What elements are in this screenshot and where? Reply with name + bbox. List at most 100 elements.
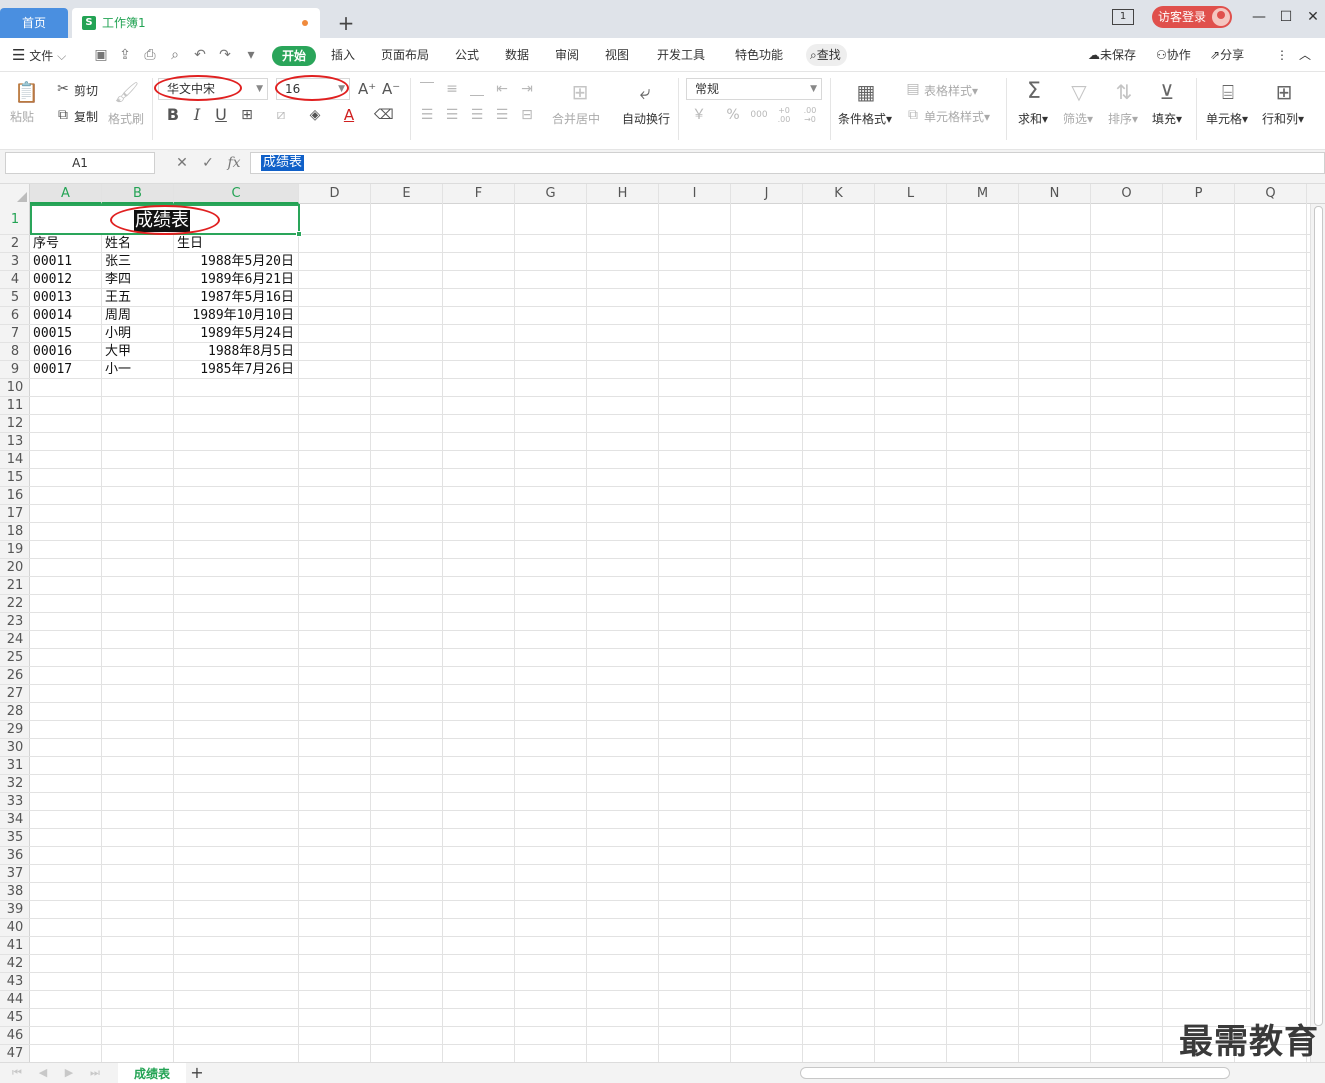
copy-icon[interactable]: ⧉ — [54, 106, 72, 124]
column-header-m[interactable]: M — [947, 184, 1019, 204]
data-cell[interactable]: 1985年7月26日 — [177, 361, 294, 379]
close-button[interactable]: ✕ — [1302, 6, 1324, 28]
fill-icon[interactable]: ⊻ — [1155, 80, 1179, 104]
data-cell[interactable]: 大甲 — [105, 343, 169, 361]
row-header-24[interactable]: 24 — [0, 631, 30, 649]
column-header-h[interactable]: H — [587, 184, 659, 204]
row-header-40[interactable]: 40 — [0, 919, 30, 937]
name-box[interactable]: A1 — [5, 152, 155, 174]
cancel-icon[interactable]: ✕ — [172, 153, 192, 173]
menu-formulas[interactable]: 公式 — [455, 38, 479, 72]
vertical-scroll-thumb[interactable] — [1314, 206, 1323, 1026]
print-icon[interactable]: ⎙ — [142, 47, 158, 63]
data-cell[interactable]: 1988年8月5日 — [177, 343, 294, 361]
column-header-g[interactable]: G — [515, 184, 587, 204]
header-cell[interactable]: 姓名 — [105, 235, 169, 253]
row-header-36[interactable]: 36 — [0, 847, 30, 865]
align-middle-icon[interactable]: ≡ — [443, 80, 461, 98]
row-header-22[interactable]: 22 — [0, 595, 30, 613]
row-header-33[interactable]: 33 — [0, 793, 30, 811]
row-header-15[interactable]: 15 — [0, 469, 30, 487]
decrease-decimal-icon[interactable]: .00 →0 — [800, 106, 820, 124]
row-header-26[interactable]: 26 — [0, 667, 30, 685]
rows-cols-icon[interactable]: ⊞ — [1272, 80, 1296, 104]
collapse-ribbon-icon[interactable]: ︿ — [1299, 38, 1311, 72]
data-cell[interactable]: 1988年5月20日 — [177, 253, 294, 271]
fill-color-icon[interactable]: ◈ — [306, 106, 324, 124]
undo-icon[interactable]: ↶ — [192, 47, 208, 63]
font-color-icon[interactable]: A — [340, 106, 358, 124]
number-format-select[interactable]: 常规 ▼ — [686, 78, 822, 100]
cell-area[interactable]: 成绩表 序号 姓名 生日 00011 张三 1988年5月20日 00012 李四 1989年6… — [30, 204, 1310, 1062]
data-cell[interactable]: 00016 — [33, 343, 97, 361]
cell-icon[interactable]: ⌸ — [1216, 80, 1240, 104]
row-header-42[interactable]: 42 — [0, 955, 30, 973]
row-header-30[interactable]: 30 — [0, 739, 30, 757]
cell-button[interactable]: 单元格▾ — [1206, 110, 1248, 127]
row-header-28[interactable]: 28 — [0, 703, 30, 721]
row-header-1[interactable]: 1 — [0, 204, 30, 235]
row-header-2[interactable]: 2 — [0, 235, 30, 253]
align-center-icon[interactable]: ☰ — [443, 106, 461, 124]
row-header-9[interactable]: 9 — [0, 361, 30, 379]
tab-document[interactable]: S 工作簿1 — [72, 8, 320, 38]
row-header-13[interactable]: 13 — [0, 433, 30, 451]
first-sheet-icon[interactable]: ⏮ — [10, 1065, 24, 1081]
tab-home[interactable]: 首页 — [0, 8, 68, 38]
bold-icon[interactable]: B — [164, 106, 182, 124]
column-header-l[interactable]: L — [875, 184, 947, 204]
data-cell[interactable]: 1989年6月21日 — [177, 271, 294, 289]
file-menu[interactable]: ☰ 文件 ⌵ — [12, 38, 66, 72]
font-size-select[interactable]: 16 ▼ — [276, 78, 350, 100]
sum-icon[interactable]: Σ — [1022, 80, 1046, 104]
row-header-6[interactable]: 6 — [0, 307, 30, 325]
row-header-31[interactable]: 31 — [0, 757, 30, 775]
column-header-p[interactable]: P — [1163, 184, 1235, 204]
next-sheet-icon[interactable]: ▶ — [62, 1065, 76, 1081]
column-header-b[interactable]: B — [102, 184, 174, 204]
sort-button[interactable]: 排序▾ — [1108, 110, 1138, 127]
row-header-10[interactable]: 10 — [0, 379, 30, 397]
table-style-icon[interactable]: ▤ — [904, 80, 922, 98]
title-cell-a1[interactable]: 成绩表 — [30, 204, 300, 235]
row-header-7[interactable]: 7 — [0, 325, 30, 343]
row-header-12[interactable]: 12 — [0, 415, 30, 433]
data-cell[interactable]: 1989年5月24日 — [177, 325, 294, 343]
row-header-18[interactable]: 18 — [0, 523, 30, 541]
row-header-34[interactable]: 34 — [0, 811, 30, 829]
border-icon[interactable]: ⊞ — [238, 106, 256, 124]
column-header-e[interactable]: E — [371, 184, 443, 204]
filter-button[interactable]: 筛选▾ — [1063, 110, 1093, 127]
horizontal-scrollbar[interactable] — [800, 1067, 1230, 1079]
data-cell[interactable]: 00017 — [33, 361, 97, 379]
collaborate-button[interactable]: ⚇协作 — [1156, 38, 1191, 72]
cut-button[interactable]: 剪切 — [74, 82, 98, 99]
justify-icon[interactable]: ☰ — [493, 106, 511, 124]
data-cell[interactable]: 1989年10月10日 — [177, 307, 294, 325]
filter-icon[interactable]: ▽ — [1067, 80, 1091, 104]
conditional-format-button[interactable]: 条件格式▾ — [838, 110, 892, 127]
guest-login-button[interactable]: 访客登录 — [1152, 6, 1232, 28]
fill-handle[interactable] — [296, 231, 302, 237]
menu-developer[interactable]: 开发工具 — [657, 38, 705, 72]
increase-decimal-icon[interactable]: +0 .00 — [774, 106, 794, 124]
row-header-19[interactable]: 19 — [0, 541, 30, 559]
last-sheet-icon[interactable]: ⏭ — [88, 1065, 102, 1081]
data-cell[interactable]: 1987年5月16日 — [177, 289, 294, 307]
decrease-font-icon[interactable]: A⁻ — [382, 80, 400, 98]
conditional-format-icon[interactable]: ▦ — [854, 80, 878, 104]
clear-format-icon[interactable]: ⌫ — [374, 106, 394, 124]
row-header-32[interactable]: 32 — [0, 775, 30, 793]
row-header-27[interactable]: 27 — [0, 685, 30, 703]
confirm-icon[interactable]: ✓ — [198, 153, 218, 173]
column-header-n[interactable]: N — [1019, 184, 1091, 204]
row-header-4[interactable]: 4 — [0, 271, 30, 289]
column-header-o[interactable]: O — [1091, 184, 1163, 204]
more-icon[interactable]: ⋮ — [1276, 38, 1288, 72]
paste-icon[interactable]: 📋 — [14, 80, 39, 104]
rows-cols-button[interactable]: 行和列▾ — [1262, 110, 1304, 127]
cell-style-button[interactable]: 单元格样式▾ — [924, 108, 990, 125]
column-header-f[interactable]: F — [443, 184, 515, 204]
menu-start[interactable]: 开始 — [272, 46, 317, 66]
percent-icon[interactable]: % — [724, 106, 742, 124]
